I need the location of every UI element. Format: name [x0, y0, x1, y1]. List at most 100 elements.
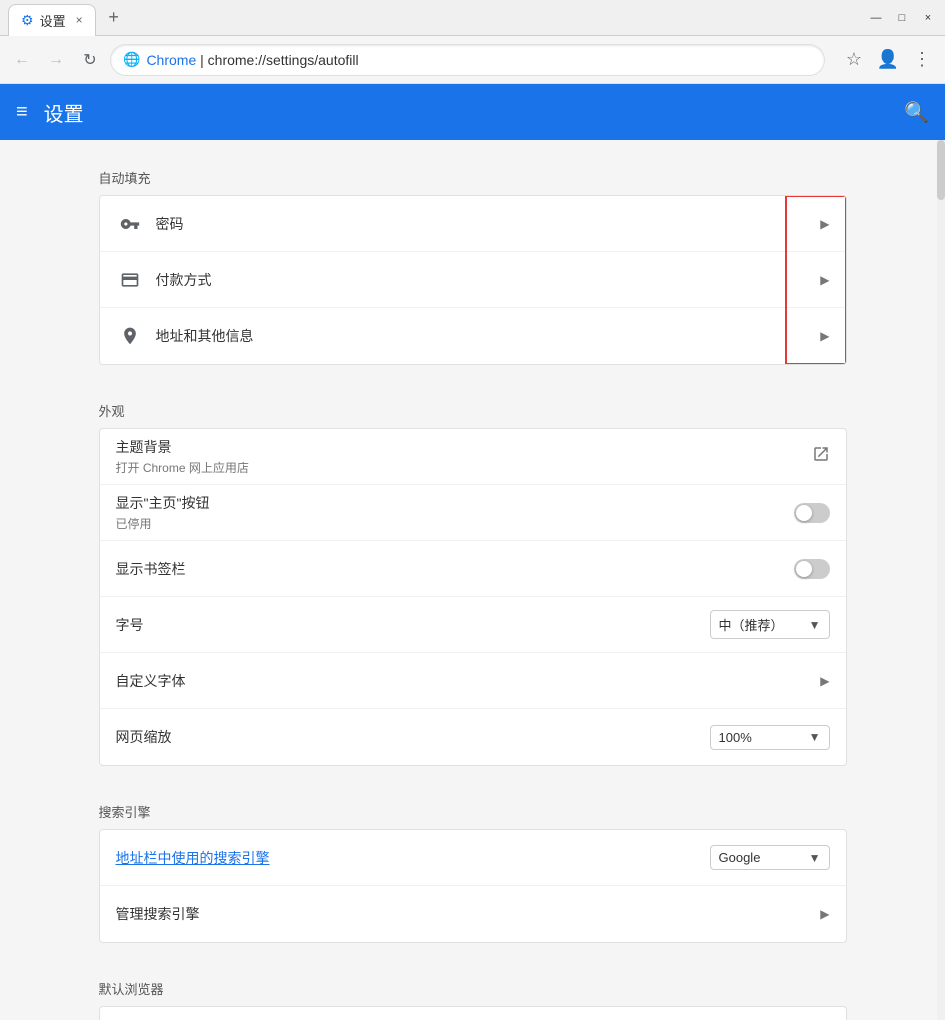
- address-input[interactable]: 🌐 Chrome | chrome://settings/autofill: [110, 44, 825, 76]
- custom-fonts-chevron-icon: ▶: [820, 674, 829, 688]
- home-button-toggle[interactable]: [794, 503, 830, 523]
- maximize-button[interactable]: □: [893, 9, 911, 27]
- section-default-browser-title: 默认浏览器: [83, 967, 863, 1006]
- search-engine-dropdown-arrow: ▼: [809, 851, 821, 865]
- default-search-content: 地址栏中使用的搜索引擎: [116, 848, 710, 868]
- font-size-content: 字号: [116, 615, 710, 635]
- passwords-row-right: ▶: [820, 217, 829, 231]
- address-row-right: ▶: [820, 329, 829, 343]
- bookmark-button[interactable]: ☆: [839, 45, 869, 75]
- default-search-row[interactable]: 地址栏中使用的搜索引擎 Google ▼: [100, 830, 846, 886]
- zoom-value: 100%: [719, 730, 752, 745]
- location-icon: [116, 326, 144, 346]
- default-search-label[interactable]: 地址栏中使用的搜索引擎: [116, 848, 710, 868]
- menu-button[interactable]: ⋮: [907, 45, 937, 75]
- payment-row[interactable]: 付款方式 ▶: [100, 252, 846, 308]
- font-size-dropdown[interactable]: 中（推荐） ▼: [710, 610, 830, 639]
- manage-search-label: 管理搜索引擎: [116, 904, 821, 924]
- theme-row[interactable]: 主题背景 打开 Chrome 网上应用店: [100, 429, 846, 485]
- bookmarks-bar-label: 显示书签栏: [116, 559, 794, 579]
- card-icon: [116, 270, 144, 290]
- theme-sublabel: 打开 Chrome 网上应用店: [116, 459, 812, 476]
- manage-search-row[interactable]: 管理搜索引擎 ▶: [100, 886, 846, 942]
- home-button-row[interactable]: 显示"主页"按钮 已停用: [100, 485, 846, 541]
- zoom-dropdown-arrow: ▼: [809, 730, 821, 744]
- zoom-row[interactable]: 网页缩放 100% ▼: [100, 709, 846, 765]
- theme-row-right: [812, 445, 830, 468]
- tab-title: 设置: [40, 11, 66, 30]
- tab-close-button[interactable]: ×: [76, 13, 83, 27]
- search-engine-value: Google: [719, 850, 761, 865]
- search-engine-dropdown[interactable]: Google ▼: [710, 845, 830, 870]
- theme-label: 主题背景: [116, 437, 812, 457]
- profile-button[interactable]: 👤: [873, 45, 903, 75]
- manage-search-chevron-icon: ▶: [820, 907, 829, 921]
- section-search-title: 搜索引擎: [83, 790, 863, 829]
- hamburger-menu-icon[interactable]: ≡: [16, 101, 28, 124]
- font-size-label: 字号: [116, 615, 710, 635]
- titlebar-left: ⚙ 设置 × +: [8, 0, 128, 36]
- refresh-button[interactable]: ↻: [76, 46, 104, 74]
- address-chevron-icon: ▶: [820, 329, 829, 343]
- payment-chevron-icon: ▶: [820, 273, 829, 287]
- zoom-label: 网页缩放: [116, 727, 710, 747]
- home-button-sublabel: 已停用: [116, 515, 794, 532]
- manage-search-row-right: ▶: [820, 907, 829, 921]
- manage-search-content: 管理搜索引擎: [116, 904, 821, 924]
- font-size-value: 中（推荐）: [719, 615, 784, 634]
- url-brand: Chrome: [146, 52, 196, 68]
- url-separator: |: [200, 52, 208, 68]
- key-icon: [116, 214, 144, 234]
- tab-settings-icon: ⚙: [21, 12, 34, 29]
- content-inner: 自动填充 密码 ▶: [83, 140, 863, 1020]
- section-autofill-title: 自动填充: [83, 156, 863, 195]
- address-label: 地址和其他信息: [156, 326, 821, 346]
- scrollbar-thumb[interactable]: [937, 140, 945, 200]
- section-appearance-title: 外观: [83, 389, 863, 428]
- address-bar-icons: ☆ 👤 ⋮: [839, 45, 937, 75]
- address-label-content: 地址和其他信息: [156, 326, 821, 346]
- payment-label: 付款方式: [156, 270, 821, 290]
- passwords-label-content: 密码: [156, 214, 821, 234]
- minimize-button[interactable]: —: [867, 9, 885, 27]
- default-browser-card: 默认浏览器 将 Google Chrome 浏览器设为默认浏览器 设为默认选项: [99, 1006, 847, 1020]
- appearance-card: 主题背景 打开 Chrome 网上应用店 显示"主页"按钮 已停用: [99, 428, 847, 766]
- custom-fonts-row[interactable]: 自定义字体 ▶: [100, 653, 846, 709]
- passwords-label: 密码: [156, 214, 821, 234]
- titlebar: ⚙ 设置 × + — □ ×: [0, 0, 945, 36]
- bookmarks-bar-toggle[interactable]: [794, 559, 830, 579]
- theme-content: 主题背景 打开 Chrome 网上应用店: [116, 437, 812, 476]
- settings-content: 自动填充 密码 ▶: [0, 140, 945, 1020]
- zoom-content: 网页缩放: [116, 727, 710, 747]
- payment-row-right: ▶: [820, 273, 829, 287]
- home-button-content: 显示"主页"按钮 已停用: [116, 493, 794, 532]
- forward-button[interactable]: →: [42, 46, 70, 74]
- default-search-row-right: Google ▼: [710, 845, 830, 870]
- active-tab[interactable]: ⚙ 设置 ×: [8, 4, 96, 36]
- address-bar: ← → ↻ 🌐 Chrome | chrome://settings/autof…: [0, 36, 945, 84]
- new-tab-button[interactable]: +: [100, 4, 128, 32]
- font-size-row[interactable]: 字号 中（推荐） ▼: [100, 597, 846, 653]
- search-card: 地址栏中使用的搜索引擎 Google ▼ 管理搜索引擎 ▶: [99, 829, 847, 943]
- external-link-icon: [812, 445, 830, 468]
- passwords-row[interactable]: 密码 ▶: [100, 196, 846, 252]
- scrollbar-track[interactable]: [937, 140, 945, 1020]
- address-row[interactable]: 地址和其他信息 ▶: [100, 308, 846, 364]
- back-button[interactable]: ←: [8, 46, 36, 74]
- set-default-row[interactable]: 默认浏览器 将 Google Chrome 浏览器设为默认浏览器 设为默认选项: [100, 1007, 846, 1020]
- autofill-card: 密码 ▶ 付款方式 ▶: [99, 195, 847, 365]
- url-path: chrome://settings/autofill: [208, 52, 359, 68]
- zoom-dropdown[interactable]: 100% ▼: [710, 725, 830, 750]
- custom-fonts-row-right: ▶: [820, 674, 829, 688]
- search-icon[interactable]: 🔍: [904, 100, 929, 125]
- bookmarks-bar-row[interactable]: 显示书签栏: [100, 541, 846, 597]
- site-secure-icon: 🌐: [123, 51, 140, 68]
- home-button-label: 显示"主页"按钮: [116, 493, 794, 513]
- bookmarks-bar-row-right: [794, 559, 830, 579]
- settings-header: ≡ 设置 🔍: [0, 84, 945, 140]
- address-url: Chrome | chrome://settings/autofill: [146, 52, 358, 68]
- payment-label-content: 付款方式: [156, 270, 821, 290]
- zoom-row-right: 100% ▼: [710, 725, 830, 750]
- window-close-button[interactable]: ×: [919, 9, 937, 27]
- font-size-row-right: 中（推荐） ▼: [710, 610, 830, 639]
